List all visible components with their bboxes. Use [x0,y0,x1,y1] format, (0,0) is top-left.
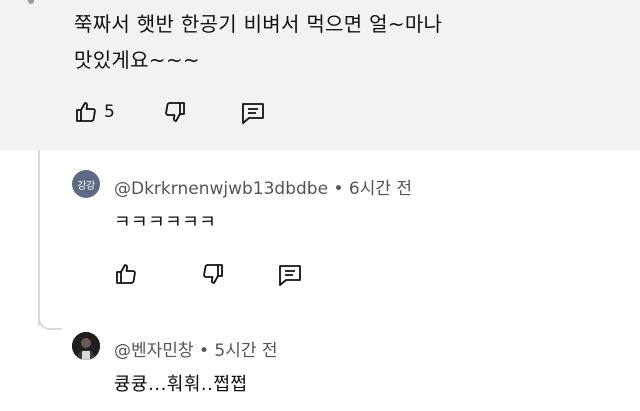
thumbs-down-icon [163,100,187,124]
dislike-button[interactable] [163,100,187,124]
reply-meta: @벤자민창 • 5시간 전 [114,336,278,361]
reply-text: ㅋㅋㅋㅋㅋㅋ [114,212,217,233]
comment-text-line-2: 맛있게요~~~ [74,48,200,72]
avatar[interactable]: 강강 [72,170,100,198]
reply-meta: @Dkrkrnenwjwb13dbdbe • 6시간 전 [114,174,412,199]
like-count: 5 [104,102,115,122]
comment-text-line-1: 쭉짜서 햇반 한공기 비벼서 먹으면 얼~마나 [74,12,443,36]
reply-icon [277,262,303,288]
avatar[interactable] [72,332,100,360]
reply-handle[interactable]: @벤자민창 [114,341,194,361]
thumbs-up-icon [114,262,138,286]
thread-connector [28,0,34,4]
parent-comment: 쭉짜서 햇반 한공기 비벼서 먹으면 얼~마나 맛있게요~~~ 5 [0,0,640,150]
thread-branch [38,316,62,330]
reply-button[interactable] [240,100,266,126]
dislike-button[interactable] [201,262,225,286]
thumbs-down-icon [201,262,225,286]
like-button[interactable] [114,262,138,286]
reply-time: 5시간 전 [214,341,278,361]
avatar-photo-icon [72,332,100,360]
reply-handle[interactable]: @Dkrkrnenwjwb13dbdbe [114,179,328,199]
like-button[interactable]: 5 [74,100,115,124]
meta-separator: • [333,179,344,199]
reply-button[interactable] [277,262,303,288]
meta-separator: • [198,341,209,361]
reply-text: 큥큥...훠훠..쩝쩝 [114,374,248,395]
reply-time: 6시간 전 [348,179,413,199]
reply-icon [240,100,266,126]
thumbs-up-icon [74,100,98,124]
thread-line [38,150,40,326]
